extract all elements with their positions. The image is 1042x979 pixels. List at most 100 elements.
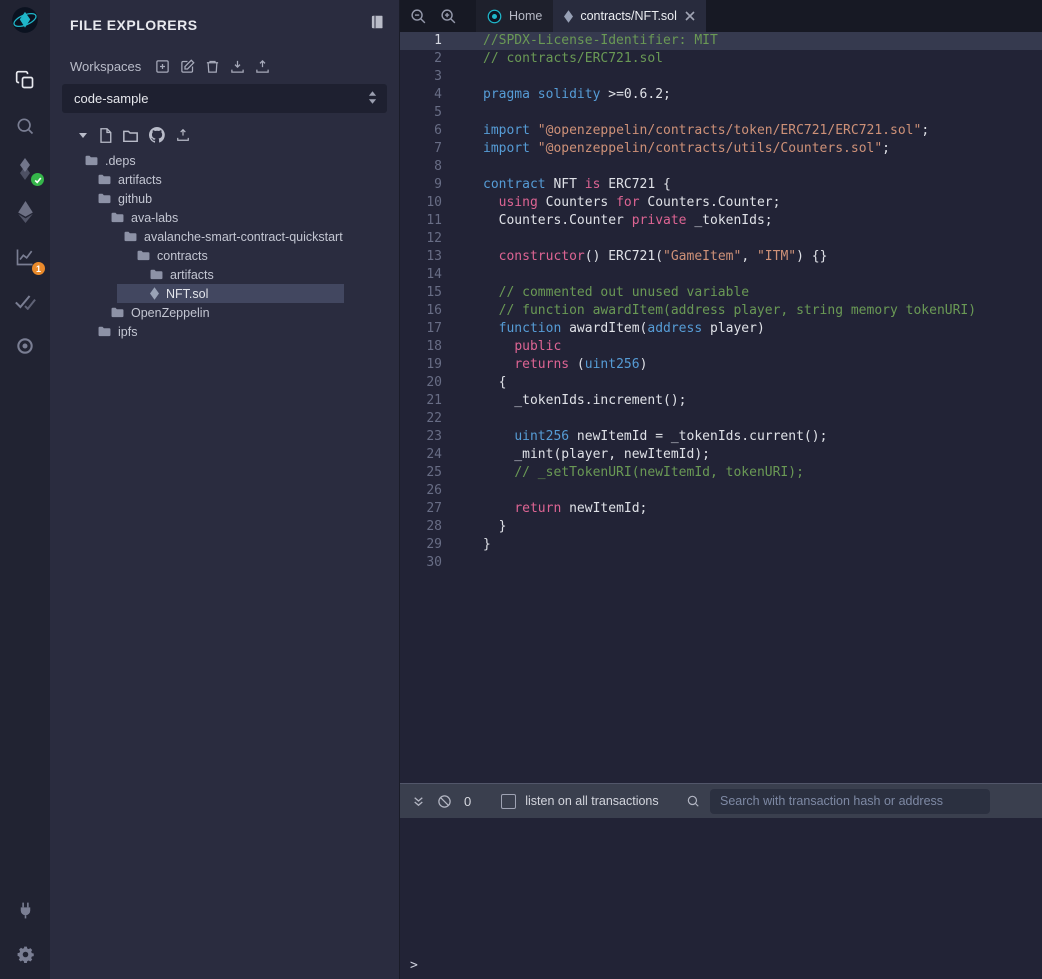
terminal-search-input[interactable] bbox=[710, 789, 990, 814]
listen-transactions-label: listen on all transactions bbox=[525, 794, 658, 808]
line-number: 1 bbox=[400, 32, 456, 50]
delete-workspace-icon[interactable] bbox=[205, 59, 220, 74]
code-line: 27 return newItemId; bbox=[400, 500, 1042, 518]
line-number: 24 bbox=[400, 446, 456, 464]
terminal-search-icon[interactable] bbox=[686, 794, 700, 808]
line-number: 5 bbox=[400, 104, 456, 122]
remix-logo[interactable] bbox=[11, 6, 39, 34]
code-line: 24 _mint(player, newItemId); bbox=[400, 446, 1042, 464]
code-line: 15 // commented out unused variable bbox=[400, 284, 1042, 302]
deploy-run-icon[interactable] bbox=[11, 198, 39, 226]
line-number: 27 bbox=[400, 500, 456, 518]
search-icon[interactable] bbox=[11, 112, 39, 140]
zoom-in-icon[interactable] bbox=[440, 8, 457, 25]
rename-workspace-icon[interactable] bbox=[180, 59, 195, 74]
line-number: 9 bbox=[400, 176, 456, 194]
code-editor[interactable]: 1//SPDX-License-Identifier: MIT2// contr… bbox=[400, 32, 1042, 783]
upload-file-icon[interactable] bbox=[176, 128, 190, 142]
solidity-compiler-icon[interactable] bbox=[11, 155, 39, 183]
folder-icon bbox=[98, 193, 111, 204]
tab-home[interactable]: Home bbox=[476, 0, 553, 32]
tree-item-label: artifacts bbox=[170, 268, 214, 282]
plugin-manager-icon[interactable] bbox=[11, 896, 39, 924]
tab-home-label: Home bbox=[509, 9, 542, 23]
folder-icon bbox=[111, 212, 124, 223]
tree-item-label: NFT.sol bbox=[166, 287, 208, 301]
settings-gear-icon[interactable] bbox=[11, 940, 39, 968]
new-file-icon[interactable] bbox=[99, 128, 112, 143]
workspaces-row: Workspaces bbox=[50, 35, 399, 74]
tab-bar: Home contracts/NFT.sol bbox=[400, 0, 1042, 32]
tab-nft-sol[interactable]: contracts/NFT.sol bbox=[553, 0, 706, 32]
clear-console-icon[interactable] bbox=[437, 794, 452, 809]
tree-item-github[interactable]: github bbox=[50, 189, 399, 208]
line-number: 14 bbox=[400, 266, 456, 284]
code-line: 30 bbox=[400, 554, 1042, 572]
terminal[interactable]: > bbox=[400, 818, 1042, 979]
code-line: 25 // _setTokenURI(newItemId, tokenURI); bbox=[400, 464, 1042, 482]
documentation-icon[interactable] bbox=[370, 14, 385, 35]
create-workspace-icon[interactable] bbox=[155, 59, 170, 74]
expand-terminal-icon[interactable] bbox=[412, 795, 425, 808]
tree-item-avalanche-smart-contract-quickstart[interactable]: avalanche-smart-contract-quickstart bbox=[50, 227, 399, 246]
download-workspaces-icon[interactable] bbox=[230, 59, 245, 74]
code-line: 8 bbox=[400, 158, 1042, 176]
line-number: 25 bbox=[400, 464, 456, 482]
workspaces-label: Workspaces bbox=[70, 59, 141, 74]
line-number: 16 bbox=[400, 302, 456, 320]
collapse-caret-icon[interactable] bbox=[78, 130, 88, 140]
terminal-toolbar: 0 listen on all transactions bbox=[400, 783, 1042, 818]
code-line: 10 using Counters for Counters.Counter; bbox=[400, 194, 1042, 212]
code-line: 14 bbox=[400, 266, 1042, 284]
zoom-out-icon[interactable] bbox=[410, 8, 427, 25]
tree-item-nft.sol[interactable]: NFT.sol bbox=[50, 284, 399, 303]
line-number: 26 bbox=[400, 482, 456, 500]
github-icon[interactable] bbox=[149, 127, 165, 143]
line-number: 2 bbox=[400, 50, 456, 68]
code-line: 4pragma solidity >=0.6.2; bbox=[400, 86, 1042, 104]
line-number: 12 bbox=[400, 230, 456, 248]
code-line: 5 bbox=[400, 104, 1042, 122]
file-explorer-icon[interactable] bbox=[11, 66, 39, 94]
tree-item-label: github bbox=[118, 192, 152, 206]
tree-item-.deps[interactable]: .deps bbox=[50, 151, 399, 170]
folder-icon bbox=[98, 174, 111, 185]
line-number: 21 bbox=[400, 392, 456, 410]
line-number: 6 bbox=[400, 122, 456, 140]
static-analysis-icon[interactable]: 1 bbox=[11, 243, 39, 271]
learneth-icon[interactable] bbox=[11, 332, 39, 360]
tree-item-contracts[interactable]: contracts bbox=[50, 246, 399, 265]
file-tree: .depsartifactsgithubava-labsavalanche-sm… bbox=[50, 151, 399, 341]
home-logo-icon bbox=[487, 9, 502, 24]
tree-item-artifacts[interactable]: artifacts bbox=[50, 170, 399, 189]
line-number: 3 bbox=[400, 68, 456, 86]
line-number: 15 bbox=[400, 284, 456, 302]
line-number: 10 bbox=[400, 194, 456, 212]
tree-item-ipfs[interactable]: ipfs bbox=[50, 322, 399, 341]
code-line: 23 uint256 newItemId = _tokenIds.current… bbox=[400, 428, 1042, 446]
new-folder-icon[interactable] bbox=[123, 129, 138, 142]
line-number: 19 bbox=[400, 356, 456, 374]
line-number: 20 bbox=[400, 374, 456, 392]
folder-icon bbox=[137, 250, 150, 261]
tab-label: contracts/NFT.sol bbox=[580, 9, 677, 23]
panel-title: FILE EXPLORERS bbox=[70, 17, 198, 33]
code-line: 9contract NFT is ERC721 { bbox=[400, 176, 1042, 194]
workspace-selected-value: code-sample bbox=[74, 91, 148, 106]
workspace-select[interactable]: code-sample bbox=[62, 84, 387, 113]
tree-item-artifacts[interactable]: artifacts bbox=[50, 265, 399, 284]
listen-transactions-checkbox[interactable] bbox=[501, 794, 516, 809]
unit-testing-icon[interactable] bbox=[11, 287, 39, 315]
folder-icon bbox=[124, 231, 137, 242]
terminal-prompt[interactable]: > bbox=[410, 958, 418, 973]
close-tab-icon[interactable] bbox=[685, 11, 695, 21]
code-line: 11 Counters.Counter private _tokenIds; bbox=[400, 212, 1042, 230]
tree-item-openzeppelin[interactable]: OpenZeppelin bbox=[50, 303, 399, 322]
folder-icon bbox=[98, 326, 111, 337]
restore-workspace-icon[interactable] bbox=[255, 59, 270, 74]
code-line: 2// contracts/ERC721.sol bbox=[400, 50, 1042, 68]
line-number: 28 bbox=[400, 518, 456, 536]
code-line: 12 bbox=[400, 230, 1042, 248]
tree-item-ava-labs[interactable]: ava-labs bbox=[50, 208, 399, 227]
code-line: 13 constructor() ERC721("GameItem", "ITM… bbox=[400, 248, 1042, 266]
